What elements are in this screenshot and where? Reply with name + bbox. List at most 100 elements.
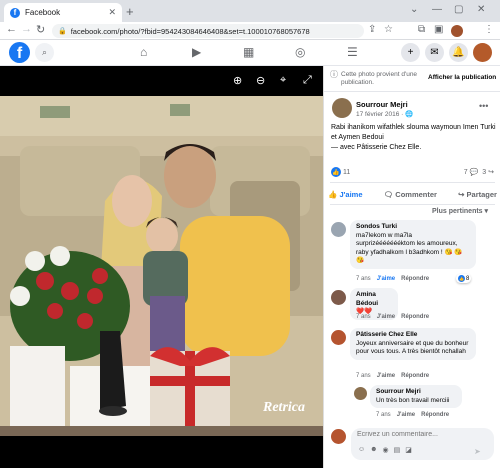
send-icon[interactable]: ➤ <box>474 447 481 456</box>
comment-count[interactable]: 7 <box>464 169 468 176</box>
comment-reactions[interactable]: 👍 8 <box>456 274 472 283</box>
share-arrow-icon: ↪ <box>488 169 494 176</box>
browser-profile-avatar[interactable] <box>451 25 463 37</box>
tab-title: Facebook <box>25 8 61 17</box>
zoom-in-icon[interactable]: ⊕ <box>233 74 242 87</box>
close-window-icon[interactable]: ✕ <box>477 4 485 15</box>
facebook-header: f ⌕ ⌂ ▶ ▦ ◎ ☰ + ✉ 🔔 <box>0 40 500 66</box>
comment-time[interactable]: 7 ans <box>356 373 371 379</box>
forward-icon[interactable]: → <box>21 23 32 35</box>
like-reaction-icon: 👍 <box>458 275 465 282</box>
comment-item: Sondos Turki ma7lekom w ma7la surprizééé… <box>324 220 500 290</box>
photo-viewer[interactable]: ⊕ ⊖ ⌖ ⤢ Retrica <box>0 66 323 468</box>
comment-time[interactable]: 7 ans <box>356 314 371 320</box>
commenter-name[interactable]: Sourrour Mejri <box>376 388 456 397</box>
browser-menu-icon[interactable]: ⋮ <box>484 24 494 35</box>
camera-icon[interactable]: ◉ <box>383 446 389 454</box>
like-count[interactable]: 👍 11 <box>331 167 350 177</box>
new-tab-button[interactable]: + <box>126 4 134 19</box>
menu-icon[interactable]: ☰ <box>347 45 358 59</box>
commenter-name[interactable]: Pâtisserie Chez Elle <box>356 331 470 340</box>
post-date[interactable]: 17 février 2016 · 🌐 <box>356 110 413 118</box>
share-count[interactable]: 3 <box>482 169 486 176</box>
comment-icon: 🗨 <box>383 189 394 199</box>
watch-icon[interactable]: ▶ <box>192 45 201 59</box>
post-actions: 👍 J'aime 🗨 Commenter ↪ Partager <box>328 185 497 203</box>
commenter-avatar[interactable] <box>331 330 346 345</box>
comment-time[interactable]: 7 ans <box>356 276 371 282</box>
comment-input[interactable] <box>357 431 487 438</box>
like-reaction-icon: 👍 <box>331 167 341 177</box>
messenger-icon[interactable]: ✉ <box>425 43 444 62</box>
browser-tab-bar: f Facebook ✕ + ⌄ — ▢ ✕ <box>0 0 500 22</box>
comment-bubble: Pâtisserie Chez Elle Joyeux anniversaire… <box>350 328 476 360</box>
comment-reply-button[interactable]: Répondre <box>421 412 449 418</box>
comment-meta: 7 ans J'aime Répondre <box>376 412 449 418</box>
author-avatar[interactable] <box>332 98 352 118</box>
commenter-avatar[interactable] <box>331 222 346 237</box>
tag-icon[interactable]: ⌖ <box>280 74 286 87</box>
bookmark-star-icon[interactable]: ☆ <box>384 24 393 35</box>
emoji-icon[interactable]: ☻ <box>370 446 377 454</box>
comment-like-button[interactable]: J'aime <box>377 373 395 379</box>
profile-avatar[interactable] <box>473 43 492 62</box>
facebook-logo-icon[interactable]: f <box>9 42 30 63</box>
comment-reply-button[interactable]: Répondre <box>401 373 429 379</box>
divider <box>330 204 495 205</box>
commenter-name[interactable]: Sondos Turki <box>356 223 470 232</box>
groups-icon[interactable]: ◎ <box>295 45 305 59</box>
commenter-name[interactable]: Amina Bédoui <box>356 291 392 308</box>
reload-icon[interactable]: ↻ <box>36 23 45 36</box>
comment-like-button[interactable]: J'aime <box>377 314 395 320</box>
search-icon[interactable]: ⌕ <box>35 43 54 62</box>
comment-reply-button[interactable]: Répondre <box>401 314 429 320</box>
home-icon[interactable]: ⌂ <box>140 45 147 59</box>
comment-button[interactable]: 🗨 Commenter <box>384 190 437 199</box>
comment-time[interactable]: 7 ans <box>376 412 391 418</box>
current-user-avatar[interactable] <box>331 429 346 444</box>
minimize-icon[interactable]: — <box>432 4 442 15</box>
comment-reply-item: Sourrour Mejri Un très bon travail merci… <box>324 385 500 421</box>
comment-meta: 7 ans J'aime Répondre <box>356 314 429 320</box>
share-icon: ↪ <box>458 189 465 199</box>
sticker-icon[interactable]: ◪ <box>405 446 412 454</box>
notifications-icon[interactable]: 🔔 <box>449 43 468 62</box>
retrica-watermark: Retrica <box>263 400 305 415</box>
comment-input-box: ☺ ☻ ◉ ▤ ◪ ➤ <box>351 428 494 460</box>
like-button[interactable]: 👍 J'aime <box>328 190 363 199</box>
avatar-sticker-icon[interactable]: ☺ <box>358 446 365 454</box>
author-name[interactable]: Sourrour Mejri <box>356 100 408 109</box>
comment-bubble-icon: 💬 <box>469 169 479 176</box>
gif-icon[interactable]: ▤ <box>394 446 401 454</box>
divider <box>324 91 500 92</box>
post-with-tag[interactable]: — avec Pâtisserie Chez Elle. <box>331 144 421 151</box>
tab-search-icon[interactable]: ⌄ <box>410 4 418 15</box>
reaction-count: 8 <box>466 275 470 282</box>
facebook-favicon-icon: f <box>10 7 20 18</box>
divider <box>330 182 495 183</box>
maximize-icon[interactable]: ▢ <box>454 4 463 15</box>
tab-close-icon[interactable]: ✕ <box>108 7 116 18</box>
commenter-avatar[interactable] <box>354 387 367 400</box>
zoom-out-icon[interactable]: ⊖ <box>256 74 265 87</box>
share-page-icon[interactable]: ⇪ <box>368 24 376 35</box>
comment-like-button[interactable]: J'aime <box>377 276 395 282</box>
back-icon[interactable]: ← <box>6 23 17 35</box>
comment-like-button[interactable]: J'aime <box>397 412 415 418</box>
browser-address-bar: ← → ↻ 🔒 facebook.com/photo/?fbid=9542430… <box>0 22 500 40</box>
more-options-icon[interactable]: ••• <box>479 101 488 111</box>
create-icon[interactable]: + <box>401 43 420 62</box>
browser-tab[interactable]: f Facebook ✕ <box>4 3 122 22</box>
comment-sort-dropdown[interactable]: Plus pertinents ▾ <box>432 207 488 215</box>
commenter-avatar[interactable] <box>331 290 346 305</box>
lock-icon: 🔒 <box>58 28 67 35</box>
comment-reply-button[interactable]: Répondre <box>401 276 429 282</box>
marketplace-icon[interactable]: ▦ <box>243 45 254 59</box>
sidebar-icon[interactable]: ▣ <box>434 24 443 35</box>
fullscreen-icon[interactable]: ⤢ <box>303 74 312 87</box>
extensions-icon[interactable]: ⧉ <box>418 24 425 35</box>
show-publication-link[interactable]: Afficher la publication <box>428 74 496 81</box>
url-field[interactable]: 🔒 facebook.com/photo/?fbid=9542430846464… <box>52 24 364 38</box>
comment-input-tools: ☺ ☻ ◉ ▤ ◪ <box>358 446 412 454</box>
share-button[interactable]: ↪ Partager <box>458 190 497 199</box>
